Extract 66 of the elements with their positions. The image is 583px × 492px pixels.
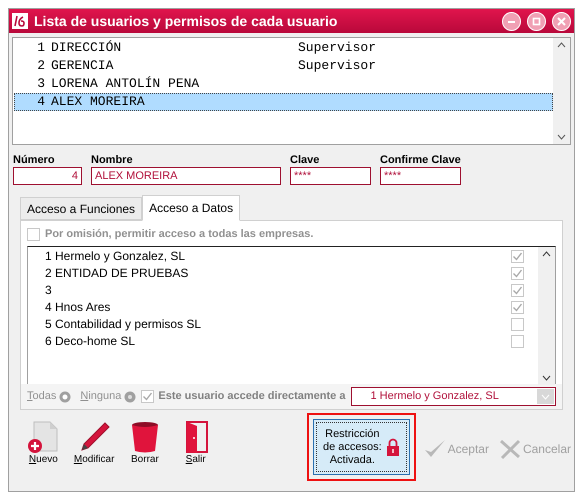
user-name: LORENA ANTOLÍN PENA bbox=[51, 75, 200, 94]
text-field[interactable]: **** bbox=[380, 167, 461, 185]
checkbox[interactable] bbox=[511, 318, 524, 330]
text-field[interactable]: 4 bbox=[13, 167, 82, 185]
user-row[interactable]: 4 ALEX MOREIRA bbox=[14, 93, 553, 111]
chevron-down-icon[interactable] bbox=[557, 134, 566, 140]
tab[interactable]: Acceso a Datos bbox=[142, 195, 240, 221]
user-role: Supervisor bbox=[298, 39, 376, 58]
toolbar-button[interactable]: Salir bbox=[171, 413, 220, 466]
company-name: 4 Hnos Ares bbox=[45, 299, 112, 316]
company-name: 6 Deco-home SL bbox=[45, 333, 136, 350]
field-label: Clave bbox=[290, 153, 320, 167]
company-name: 1 Hermelo y Gonzalez, SL bbox=[45, 248, 186, 265]
trash-bin-icon bbox=[130, 420, 160, 454]
checkbox[interactable] bbox=[511, 334, 524, 348]
toolbar-button[interactable]: Modificar bbox=[70, 413, 119, 466]
chevron-up-icon[interactable] bbox=[557, 42, 566, 48]
checkbox[interactable] bbox=[511, 250, 524, 262]
checkmark-icon bbox=[424, 439, 446, 459]
text-field[interactable]: ALEX MOREIRA bbox=[91, 167, 281, 185]
user-number: 2 bbox=[36, 57, 46, 76]
restriction-status: Restricción de accesos: Activada. bbox=[322, 428, 382, 466]
text-field[interactable]: **** bbox=[290, 167, 371, 185]
chevron-down-icon[interactable] bbox=[542, 374, 551, 380]
restriction-button[interactable]: Restricción de accesos: Activada. bbox=[313, 419, 410, 475]
minimize-button[interactable] bbox=[502, 12, 521, 30]
user-number: 3 bbox=[36, 75, 46, 94]
field-label: Confirme Clave bbox=[380, 153, 461, 167]
checkbox[interactable] bbox=[141, 390, 154, 403]
toolbar-button[interactable]: Borrar bbox=[120, 413, 170, 466]
checkbox[interactable] bbox=[511, 266, 524, 280]
window-title: Lista de usuarios y permisos de cada usuario bbox=[34, 12, 338, 31]
checkbox-label: Por omisión, permitir acceso a todas las empresas. bbox=[45, 227, 314, 242]
company-name: 5 Contabilidad y permisos SL bbox=[45, 316, 202, 333]
checkbox[interactable] bbox=[511, 300, 524, 314]
scrollbar[interactable] bbox=[553, 38, 570, 144]
user-number: 1 bbox=[36, 39, 46, 58]
close-icon bbox=[557, 16, 566, 26]
new-document-icon bbox=[26, 420, 60, 454]
user-number: 4 bbox=[36, 93, 46, 112]
user-name: DIRECCIÓN bbox=[51, 39, 122, 58]
company-dropdown[interactable]: 1 Hermelo y Gonzalez, SL bbox=[351, 387, 556, 406]
user-row[interactable]: 3 LORENA ANTOLÍN PENA bbox=[14, 75, 553, 93]
checkbox-label: Este usuario accede directamente a bbox=[158, 389, 346, 404]
padlock-icon bbox=[386, 438, 400, 456]
app-logo-icon bbox=[12, 13, 28, 29]
company-name: 2 ENTIDAD DE PRUEBAS bbox=[45, 265, 190, 282]
circle-icon bbox=[59, 390, 72, 402]
close-button[interactable] bbox=[552, 12, 571, 30]
scrollbar[interactable] bbox=[538, 246, 555, 384]
user-row[interactable]: 1 DIRECCIÓN Supervisor bbox=[14, 39, 553, 57]
field-label: Número bbox=[13, 153, 56, 167]
maximize-icon bbox=[532, 16, 541, 26]
user-role: Supervisor bbox=[298, 57, 376, 76]
checkbox[interactable] bbox=[27, 228, 40, 241]
tab[interactable]: Acceso a Funciones bbox=[20, 197, 142, 220]
chevron-up-icon[interactable] bbox=[542, 250, 551, 256]
checkbox[interactable] bbox=[511, 284, 524, 296]
toolbar-button[interactable]: Nuevo bbox=[19, 413, 68, 466]
field-label: Nombre bbox=[91, 153, 134, 167]
x-mark-icon bbox=[498, 439, 521, 459]
user-name: GERENCIA bbox=[51, 57, 114, 76]
company-name: 3 bbox=[45, 282, 53, 299]
user-row[interactable]: 2 GERENCIA Supervisor bbox=[14, 57, 553, 75]
user-name: ALEX MOREIRA bbox=[51, 93, 146, 112]
maximize-button[interactable] bbox=[527, 12, 546, 30]
